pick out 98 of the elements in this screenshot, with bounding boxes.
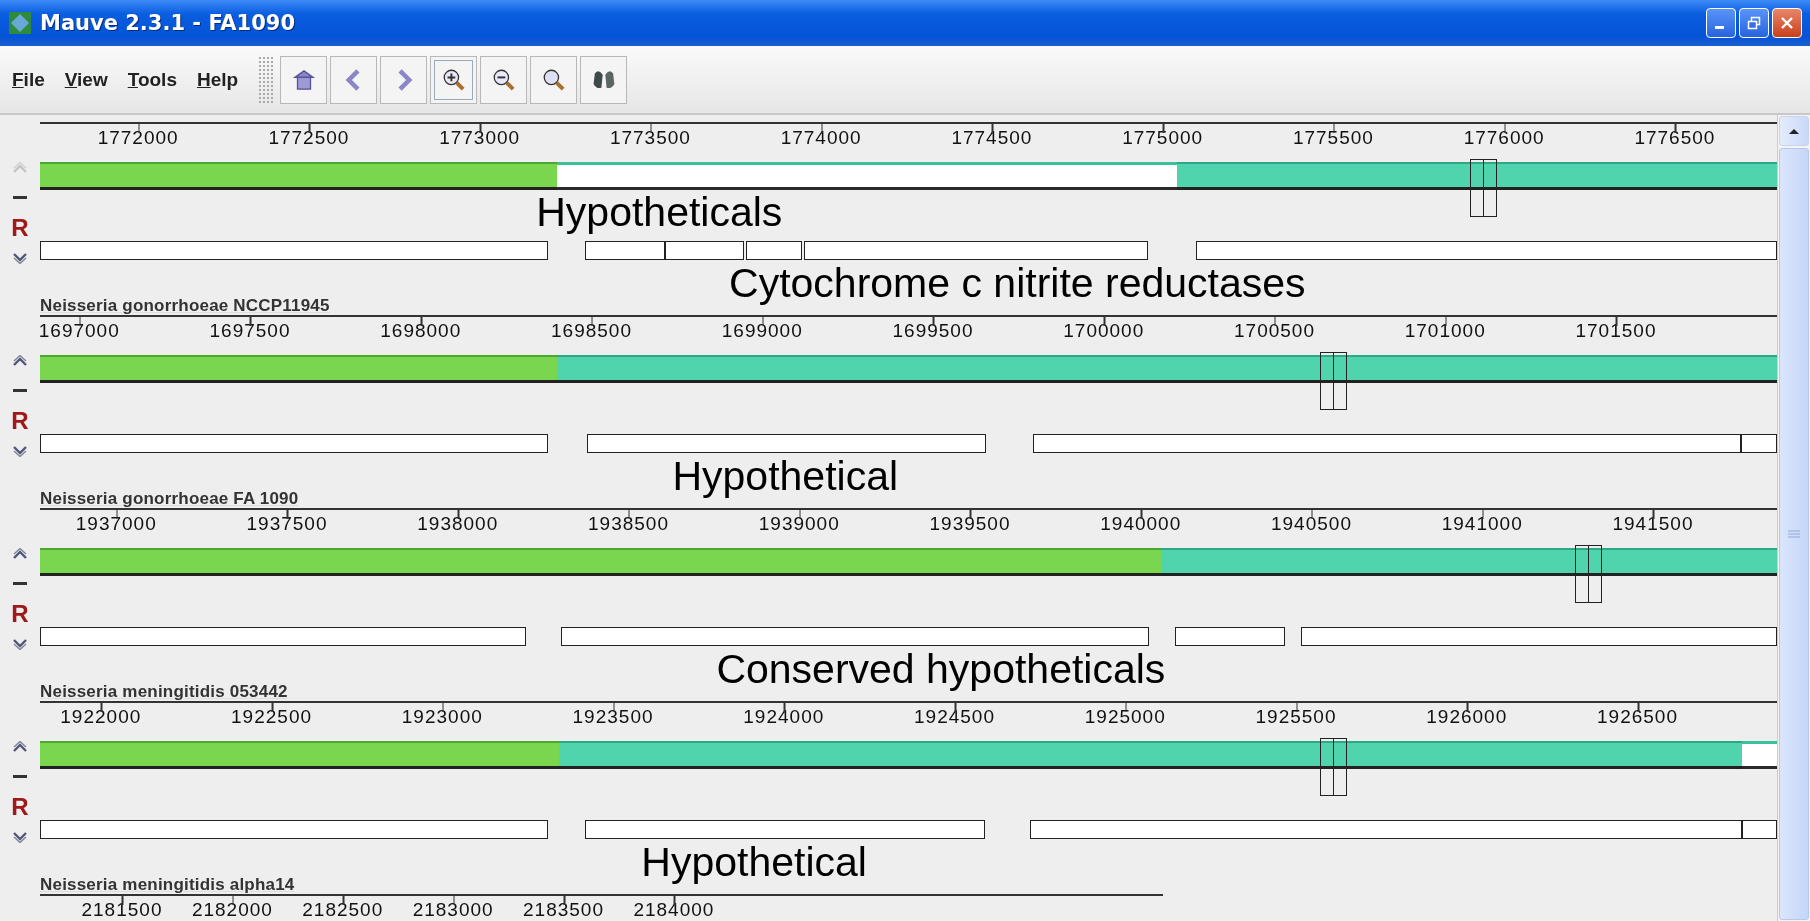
ruler-tick-label: 1773000 <box>439 122 521 148</box>
gene-box <box>746 241 802 260</box>
genome-name: Neisseria meningitidis 053442 <box>40 682 288 701</box>
ruler-tick-label: 2182000 <box>191 894 273 920</box>
ruler-tick-label: 1924500 <box>914 701 995 727</box>
ruler-tick-label: 1922500 <box>231 701 312 727</box>
reverse-button[interactable]: R <box>6 409 34 433</box>
ruler-tick-label: 1924000 <box>743 701 825 727</box>
zoom-out-button[interactable] <box>480 55 528 104</box>
ruler-tick-label: 1772500 <box>268 122 350 148</box>
ruler-tick-label: 1699500 <box>892 315 974 341</box>
restore-icon <box>1747 16 1761 30</box>
minimize-button[interactable] <box>1706 8 1736 38</box>
ruler-tick-label: 1941500 <box>1612 508 1694 534</box>
genome-name: Neisseria gonorrhoeae FA 1090 <box>40 489 299 508</box>
close-icon <box>1780 16 1794 30</box>
binoculars-button[interactable] <box>580 55 628 104</box>
menu-item[interactable]: View <box>64 68 108 91</box>
annotation-label: Conserved hypotheticals <box>716 648 1166 690</box>
minus-icon <box>13 582 27 586</box>
annotation-label: Cytochrome c nitrite reductases <box>729 262 1306 304</box>
ruler-tick-label: 1700000 <box>1063 315 1145 341</box>
ruler-tick-label: 1773500 <box>609 122 691 148</box>
marker-drawing <box>1321 352 1348 410</box>
home-button[interactable] <box>280 55 328 104</box>
annotation-label: Hypotheticals <box>536 191 783 233</box>
ruler-tick-label: 2183000 <box>412 894 494 920</box>
minus-icon <box>13 775 27 779</box>
grip-icon <box>1788 530 1800 538</box>
reverse-button[interactable]: R <box>6 602 34 626</box>
menu-item[interactable]: Tools <box>127 68 177 91</box>
ruler-tick-label: 1697000 <box>38 315 120 341</box>
annotation-label: Hypothetical <box>672 455 899 497</box>
restore-button[interactable] <box>1739 8 1769 38</box>
chevron-up-icon <box>12 355 28 367</box>
ruler-tick-label: 2183500 <box>523 894 604 920</box>
ruler-tick-label: 1698500 <box>551 315 632 341</box>
ruler-tick-label: 1941000 <box>1441 508 1523 534</box>
ruler-tick-label: 1700500 <box>1234 315 1315 341</box>
scroll-up-button[interactable] <box>1779 116 1809 146</box>
annotation-label: Hypothetical <box>641 841 867 883</box>
window-title: Mauve 2.3.1 - FA1090 <box>40 11 296 35</box>
ruler-tick-label: 1701000 <box>1404 315 1486 341</box>
chevron-up-icon <box>12 548 28 560</box>
reverse-button[interactable]: R <box>6 216 34 240</box>
chevron-up-icon <box>12 741 28 753</box>
ruler-tick-label: 1775000 <box>1122 122 1204 148</box>
ruler-tick-label: 1926000 <box>1426 701 1508 727</box>
reverse-button[interactable]: R <box>6 795 34 819</box>
zoom-in-button[interactable] <box>430 55 478 104</box>
ruler-tick-label: 1939000 <box>758 508 840 534</box>
ruler-tick-label: 1775500 <box>1292 122 1374 148</box>
ruler-tick-label: 1925000 <box>1084 701 1166 727</box>
up-arrow-icon <box>1788 127 1800 135</box>
ruler-tick-label: 1938000 <box>417 508 499 534</box>
ruler-tick-label: 1701500 <box>1575 315 1657 341</box>
minimize-icon <box>1714 26 1724 29</box>
menu-item[interactable]: Help <box>196 68 239 91</box>
close-button[interactable] <box>1772 8 1802 38</box>
chevron-down-icon <box>12 445 28 457</box>
chevron-down-icon <box>12 252 28 264</box>
marker-drawing <box>1471 159 1498 217</box>
ruler-tick-label: 1776000 <box>1463 122 1545 148</box>
ruler-tick-label: 1699000 <box>721 315 803 341</box>
minus-icon <box>13 389 27 393</box>
ruler-tick-label: 1938500 <box>588 508 669 534</box>
app-icon <box>8 11 32 35</box>
ruler-tick-label: 1940500 <box>1271 508 1352 534</box>
ruler-tick-label: 1939500 <box>929 508 1011 534</box>
ruler-tick-label: 1772000 <box>97 122 179 148</box>
ruler-tick-label: 1776500 <box>1634 122 1716 148</box>
ruler-tick-label: 1925500 <box>1255 701 1337 727</box>
menu-item[interactable]: File <box>12 68 45 91</box>
ruler-tick-label: 1940000 <box>1100 508 1182 534</box>
chevron-up-icon <box>12 162 28 174</box>
ruler-tick-label: 1923000 <box>401 701 483 727</box>
ruler-tick-label: 1923500 <box>572 701 654 727</box>
ruler-tick-label: 1937500 <box>246 508 328 534</box>
ruler-tick-label: 2184000 <box>633 894 715 920</box>
genome-name: Neisseria meningitidis alpha14 <box>40 875 295 894</box>
ruler-tick-label: 1937000 <box>75 508 157 534</box>
chevron-down-icon <box>12 638 28 650</box>
marker-drawing <box>1576 545 1603 603</box>
back-button[interactable] <box>330 55 378 104</box>
search-button[interactable] <box>530 55 578 104</box>
genome-name: Neisseria gonorrhoeae NCCP11945 <box>40 296 330 315</box>
ruler-tick-label: 1926500 <box>1597 701 1678 727</box>
chevron-down-icon <box>12 831 28 843</box>
minus-icon <box>13 196 27 200</box>
marker-drawing <box>1321 738 1348 796</box>
ruler-tick-label: 1774500 <box>951 122 1033 148</box>
ruler-tick-label: 2182500 <box>302 894 384 920</box>
ruler-tick-label: 1698000 <box>380 315 462 341</box>
ruler-tick-label: 1697500 <box>209 315 291 341</box>
ruler-tick-label: 2181500 <box>81 894 163 920</box>
ruler-tick-label: 1922000 <box>60 701 142 727</box>
ruler-tick-label: 1774000 <box>780 122 862 148</box>
forward-button[interactable] <box>380 55 428 104</box>
